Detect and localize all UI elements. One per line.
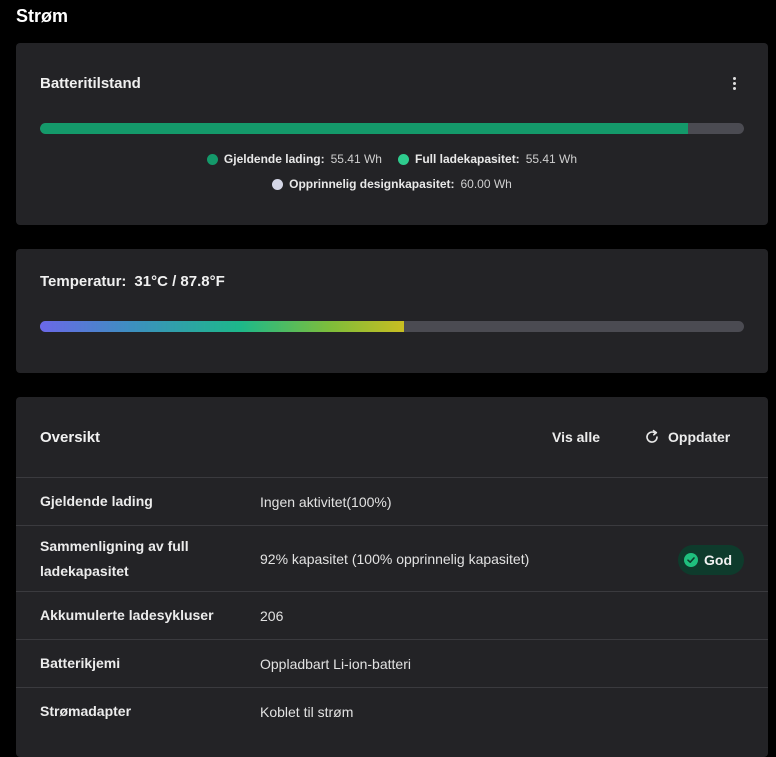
- legend-design-capacity: Opprinnelig designkapasitet: 60.00 Wh: [272, 177, 512, 191]
- check-circle-icon: [684, 553, 698, 567]
- row-value: 92% kapasitet (100% opprinnelig kapasite…: [260, 551, 530, 567]
- temperature-title: Temperatur: 31°C / 87.8°F: [40, 273, 225, 290]
- legend-label: Gjeldende lading:: [223, 152, 325, 166]
- table-row: Gjeldende lading Ingen aktivitet(100%): [16, 478, 768, 526]
- table-row: Strømadapter Koblet til strøm: [16, 688, 768, 735]
- row-value: Ingen aktivitet(100%): [260, 494, 392, 510]
- status-badge-label: God: [704, 552, 732, 568]
- more-options-icon[interactable]: [726, 73, 742, 93]
- legend-value: 55.41 Wh: [330, 152, 382, 166]
- temperature-card: Temperatur: 31°C / 87.8°F: [16, 249, 768, 373]
- legend-value: 55.41 Wh: [525, 152, 578, 166]
- temperature-fill: [40, 321, 404, 332]
- row-label: Strømadapter: [40, 703, 132, 719]
- legend-value: 60.00 Wh: [460, 177, 512, 191]
- table-row: Batterikjemi Oppladbart Li-ion-batteri: [16, 640, 768, 688]
- legend-label: Opprinnelig designkapasitet:: [289, 177, 455, 191]
- table-row: Akkumulerte ladesykluser 206: [16, 592, 768, 640]
- refresh-icon: [646, 429, 658, 443]
- battery-health-title: Batteritilstand: [40, 75, 141, 92]
- row-value: Koblet til strøm: [260, 704, 354, 720]
- legend-label: Full ladekapasitet:: [414, 152, 520, 166]
- row-label: Batterikjemi: [40, 655, 121, 671]
- legend-dot-icon: [397, 153, 409, 165]
- overview-title: Oversikt: [40, 429, 101, 446]
- temperature-bar: [40, 321, 744, 332]
- page-title: Strøm: [16, 6, 69, 26]
- row-label: Gjeldende lading: [40, 493, 153, 509]
- battery-charge-fill: [40, 123, 688, 134]
- view-all-button[interactable]: Vis alle: [552, 429, 600, 445]
- temperature-value: 31°C / 87.8°F: [134, 273, 225, 290]
- legend-dot-icon: [206, 153, 218, 165]
- overview-header: Oversikt Vis alle Oppdater: [16, 397, 768, 478]
- battery-legend-row: Opprinnelig designkapasitet: 60.00 Wh: [16, 177, 768, 191]
- row-value: Oppladbart Li-ion-batteri: [260, 656, 411, 672]
- battery-legend-row: Gjeldende lading: 55.41 Wh Full ladekapa…: [16, 152, 768, 166]
- row-label: Akkumulerte ladesykluser: [40, 607, 214, 623]
- temperature-label: Temperatur:: [40, 273, 127, 290]
- refresh-button[interactable]: Oppdater: [644, 429, 730, 445]
- legend-full-capacity: Full ladekapasitet: 55.41 Wh: [397, 152, 578, 166]
- overview-card: Oversikt Vis alle Oppdater Gjeldende lad…: [16, 397, 768, 757]
- row-label: Sammenligning av full ladekapasitet: [40, 538, 189, 579]
- legend-dot-icon: [272, 178, 284, 190]
- status-badge: God: [678, 545, 744, 575]
- refresh-label: Oppdater: [668, 429, 731, 445]
- row-value: 206: [260, 608, 284, 624]
- legend-current-charge: Gjeldende lading: 55.41 Wh: [206, 152, 382, 166]
- view-all-label: Vis alle: [552, 429, 601, 445]
- battery-health-card: Batteritilstand Gjeldende lading: 55.41 …: [16, 43, 768, 225]
- table-row: Sammenligning av full ladekapasitet 92% …: [16, 526, 768, 592]
- battery-charge-bar: [40, 123, 744, 134]
